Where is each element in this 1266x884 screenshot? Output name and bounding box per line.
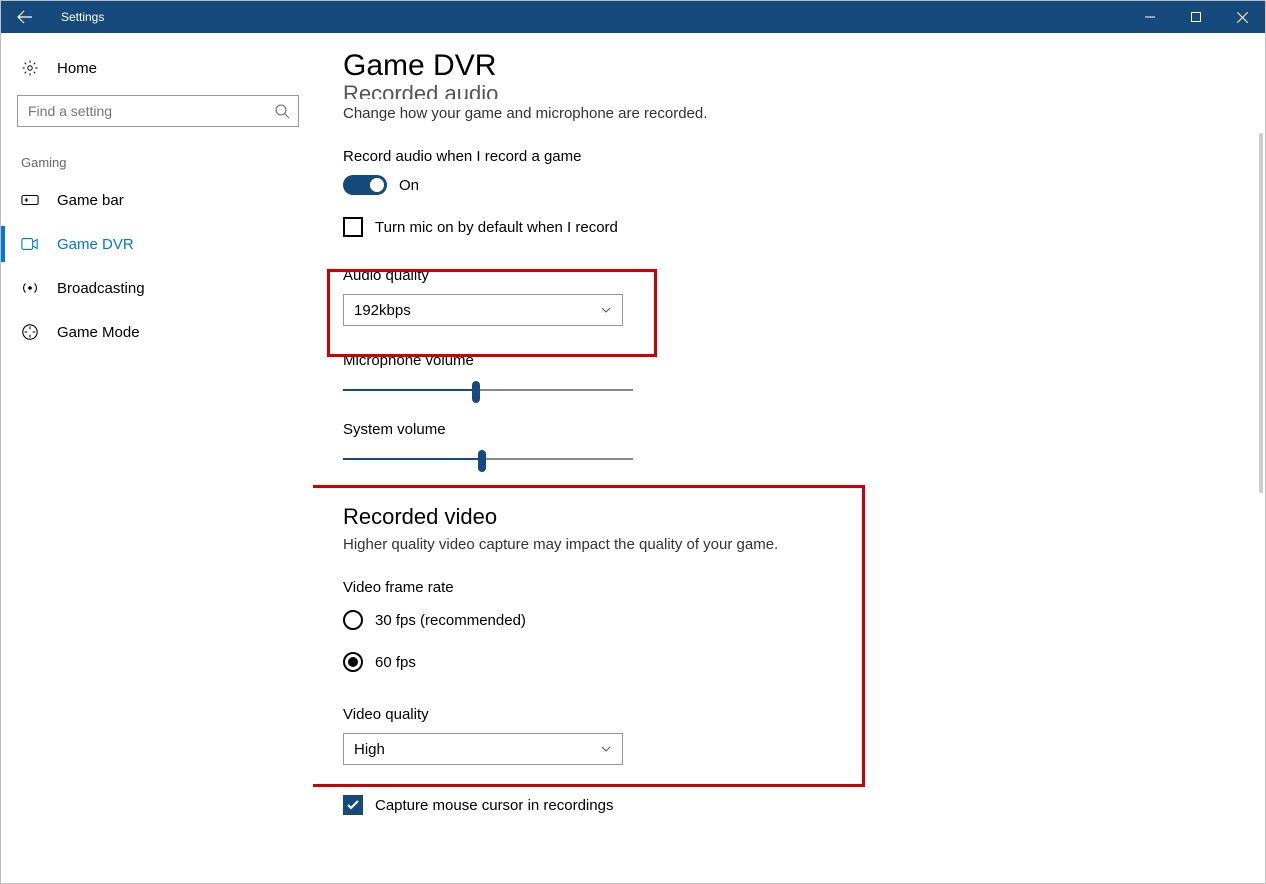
sys-volume-slider[interactable] bbox=[343, 444, 633, 476]
sidebar-item-game-bar[interactable]: Game bar bbox=[17, 178, 297, 222]
sidebar-item-broadcasting[interactable]: Broadcasting bbox=[17, 266, 297, 310]
maximize-icon bbox=[1191, 12, 1201, 22]
audio-quality-value: 192kbps bbox=[354, 302, 411, 319]
fps-30-radio[interactable] bbox=[343, 610, 363, 630]
back-button[interactable] bbox=[1, 1, 49, 33]
mic-default-label: Turn mic on by default when I record bbox=[375, 219, 618, 236]
game-mode-icon bbox=[21, 323, 39, 341]
main-content: Game DVR Recorded audio Change how your … bbox=[313, 33, 1265, 883]
check-icon bbox=[346, 798, 360, 812]
mic-default-checkbox[interactable] bbox=[343, 217, 363, 237]
fps-60-radio[interactable] bbox=[343, 652, 363, 672]
home-label: Home bbox=[57, 60, 97, 77]
scrollbar-thumb[interactable] bbox=[1259, 133, 1263, 493]
recorded-audio-heading: Recorded audio bbox=[343, 85, 1265, 99]
video-quality-value: High bbox=[354, 741, 385, 758]
gear-icon bbox=[21, 59, 39, 77]
sys-volume-label: System volume bbox=[343, 421, 1265, 438]
record-audio-label: Record audio when I record a game bbox=[343, 148, 1265, 165]
scrollbar[interactable] bbox=[1257, 73, 1263, 881]
recorded-video-heading: Recorded video bbox=[343, 504, 1265, 530]
maximize-button[interactable] bbox=[1173, 1, 1219, 33]
sidebar-item-game-mode[interactable]: Game Mode bbox=[17, 310, 297, 354]
chevron-down-icon bbox=[600, 304, 612, 316]
video-quality-select[interactable]: High bbox=[343, 733, 623, 765]
minimize-button[interactable] bbox=[1127, 1, 1173, 33]
search-input[interactable] bbox=[18, 96, 298, 126]
titlebar: Settings bbox=[1, 1, 1265, 33]
capture-cursor-label: Capture mouse cursor in recordings bbox=[375, 797, 613, 814]
frame-rate-label: Video frame rate bbox=[343, 579, 1265, 596]
back-arrow-icon bbox=[17, 9, 33, 25]
toggle-state-label: On bbox=[399, 177, 419, 194]
sidebar-item-game-dvr[interactable]: Game DVR bbox=[17, 222, 297, 266]
audio-quality-label: Audio quality bbox=[343, 267, 1265, 284]
scroll-content: Recorded audio Change how your game and … bbox=[343, 85, 1265, 875]
fps-60-label: 60 fps bbox=[375, 654, 416, 671]
close-icon bbox=[1237, 12, 1248, 23]
minimize-icon bbox=[1145, 12, 1155, 22]
audio-quality-select[interactable]: 192kbps bbox=[343, 294, 623, 326]
sidebar-item-label: Game bar bbox=[57, 192, 124, 209]
sidebar-group-label: Gaming bbox=[17, 155, 297, 178]
sidebar-home[interactable]: Home bbox=[17, 51, 297, 95]
capture-cursor-checkbox[interactable] bbox=[343, 795, 363, 815]
mic-volume-label: Microphone volume bbox=[343, 352, 1265, 369]
recorded-audio-desc: Change how your game and microphone are … bbox=[343, 105, 1265, 122]
app-title: Settings bbox=[49, 10, 104, 24]
recorded-video-desc: Higher quality video capture may impact … bbox=[343, 536, 1265, 553]
body: Home Gaming Game bar Game DVR Broadcasti… bbox=[1, 33, 1265, 883]
sidebar-item-label: Broadcasting bbox=[57, 280, 145, 297]
broadcasting-icon bbox=[21, 279, 39, 297]
video-quality-label: Video quality bbox=[343, 706, 1265, 723]
page-title: Game DVR bbox=[343, 49, 1265, 83]
record-audio-toggle[interactable] bbox=[343, 175, 387, 195]
window-controls bbox=[1127, 1, 1265, 33]
fps-30-label: 30 fps (recommended) bbox=[375, 612, 526, 629]
game-bar-icon bbox=[21, 191, 39, 209]
chevron-down-icon bbox=[600, 743, 612, 755]
search-box[interactable] bbox=[17, 95, 299, 127]
sidebar-item-label: Game Mode bbox=[57, 324, 140, 341]
mic-volume-slider[interactable] bbox=[343, 375, 633, 407]
game-dvr-icon bbox=[21, 235, 39, 253]
search-icon bbox=[274, 103, 290, 119]
close-button[interactable] bbox=[1219, 1, 1265, 33]
settings-window: Settings Home Gaming Game bar Ga bbox=[0, 0, 1266, 884]
sidebar-item-label: Game DVR bbox=[57, 236, 134, 253]
sidebar: Home Gaming Game bar Game DVR Broadcasti… bbox=[1, 33, 313, 883]
